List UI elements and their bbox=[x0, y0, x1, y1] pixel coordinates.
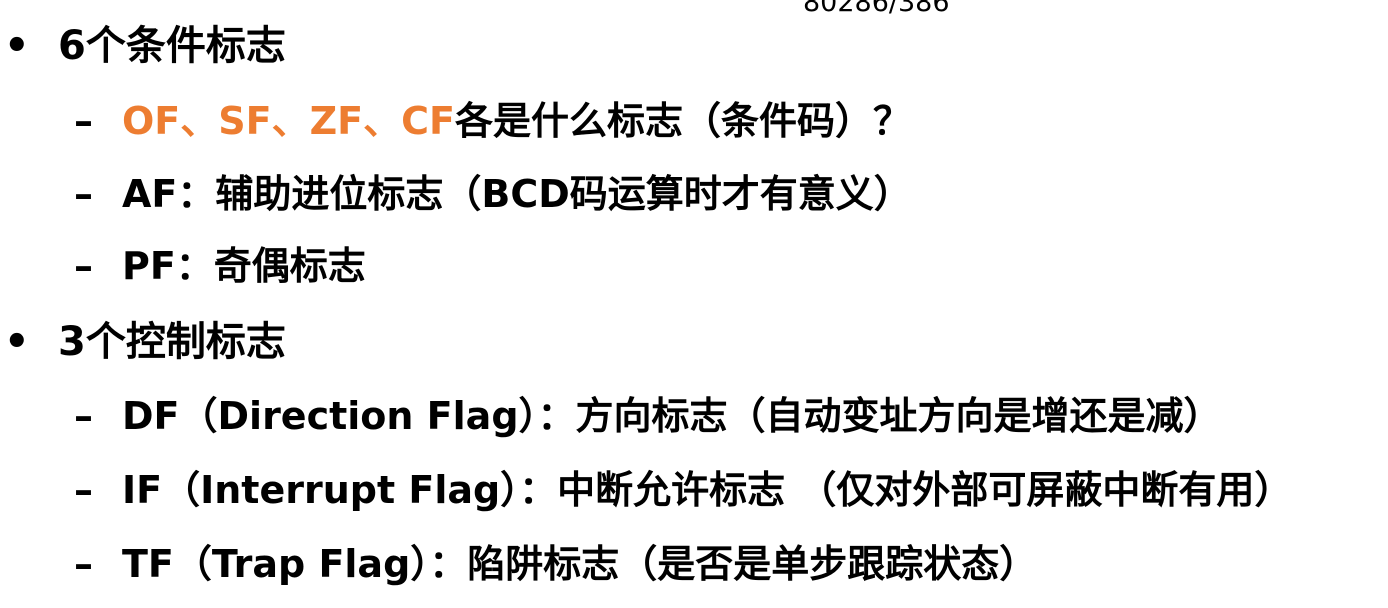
list-item-text: DF（Direction Flag）：方向标志（自动变址方向是增还是减） bbox=[122, 394, 1222, 438]
list-item-text: PF：奇偶标志 bbox=[122, 244, 366, 288]
dash-marker: – bbox=[74, 99, 93, 143]
list-item-text: OF、SF、ZF、CF各是什么标志（条件码）？ bbox=[122, 97, 911, 145]
list-item-text: AF：辅助进位标志（BCD码运算时才有意义） bbox=[122, 172, 912, 216]
dash-marker: – bbox=[74, 394, 93, 438]
bullet-marker: • bbox=[4, 23, 30, 69]
dash-marker: – bbox=[74, 468, 93, 512]
processor-model-label: 80286/386 bbox=[803, 0, 950, 18]
section-title-text: 6个条件标志 bbox=[58, 23, 286, 69]
list-item-text: IF（Interrupt Flag）：中断允许标志 （仅对外部可屏蔽中断有用） bbox=[122, 468, 1293, 512]
list-item-text: TF（Trap Flag）：陷阱标志（是否是单步跟踪状态） bbox=[122, 542, 1038, 586]
bullet-marker: • bbox=[4, 319, 30, 365]
list-item-question: 各是什么标志（条件码）？ bbox=[454, 99, 911, 143]
section-title-text: 3个控制标志 bbox=[58, 319, 286, 365]
dash-marker: – bbox=[74, 172, 93, 216]
dash-marker: – bbox=[74, 542, 93, 586]
dash-marker: – bbox=[74, 244, 93, 288]
highlighted-flag-names: OF、SF、ZF、CF bbox=[122, 99, 455, 143]
